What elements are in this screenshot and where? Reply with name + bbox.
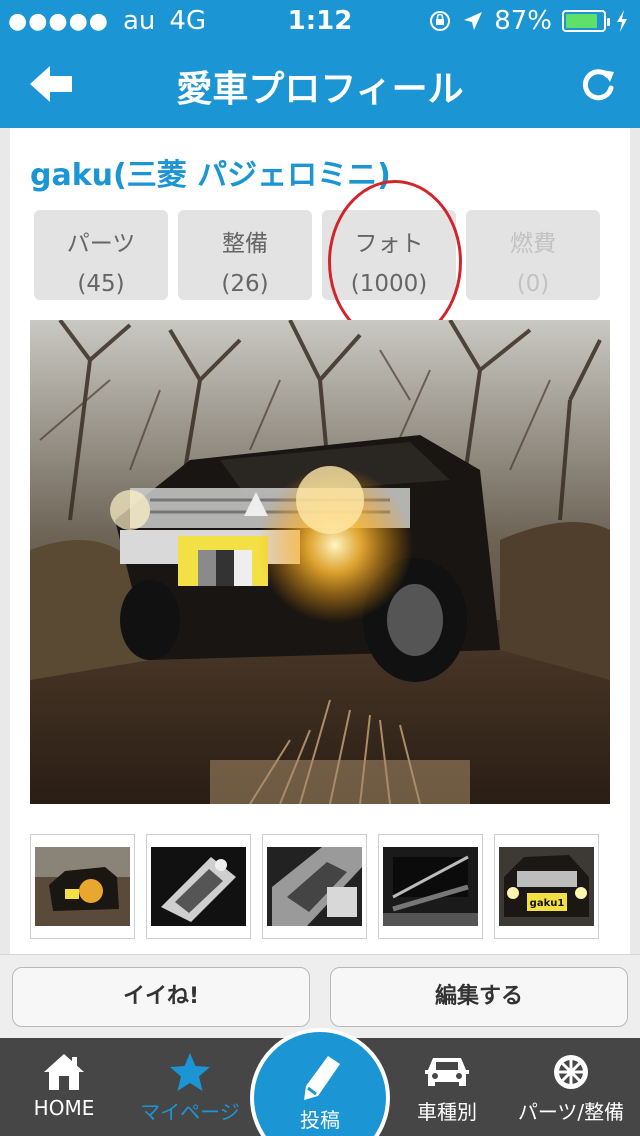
rotation-lock-icon — [430, 11, 451, 31]
tab-mypage-label: マイページ — [140, 1100, 240, 1124]
tab-bar: HOME マイページ 投稿 車種別 パーツ/整備 — [0, 1028, 640, 1136]
part-photo-icon — [151, 847, 246, 926]
part-photo-icon — [267, 847, 362, 926]
tab-parts-maintenance-label: パーツ/整備 — [517, 1100, 625, 1124]
stat-count: (45) — [77, 271, 125, 297]
battery-percent: 87% — [494, 6, 552, 36]
post-button[interactable]: 投稿 — [250, 1028, 390, 1136]
like-button[interactable]: イイね! — [12, 967, 310, 1027]
tab-parts-maintenance[interactable]: パーツ/整備 — [502, 1038, 640, 1136]
tab-car-models-label: 車種別 — [417, 1100, 477, 1124]
plate-text: gaku1 — [530, 898, 565, 909]
photo-thumbnails: gaku1 — [30, 834, 599, 939]
stat-label: 整備 — [222, 231, 268, 257]
navigation-bar: 愛車プロフィール — [0, 42, 640, 128]
car-icon — [425, 1058, 469, 1086]
refresh-icon — [582, 69, 614, 101]
tab-car-models[interactable]: 車種別 — [392, 1038, 502, 1136]
stat-count: (26) — [221, 271, 269, 297]
main-car-photo[interactable] — [30, 320, 610, 804]
stat-photo[interactable]: フォト (1000) — [322, 210, 456, 300]
page-title: 愛車プロフィール — [176, 69, 464, 110]
charging-bolt-icon — [617, 10, 627, 32]
thumbnail-5[interactable]: gaku1 — [494, 834, 599, 939]
thumbnail-1[interactable] — [30, 834, 135, 939]
stat-label: フォト — [354, 231, 424, 257]
tab-home[interactable]: HOME — [0, 1038, 128, 1136]
sign-photo-icon — [383, 847, 478, 926]
star-icon — [170, 1053, 210, 1091]
stat-parts[interactable]: パーツ (45) — [34, 210, 168, 300]
home-icon — [44, 1054, 84, 1090]
car-photo-icon — [35, 847, 130, 926]
edit-button[interactable]: 編集する — [330, 967, 628, 1027]
stat-label: 燃費 — [510, 231, 556, 257]
pencil-icon — [304, 1056, 340, 1100]
location-arrow-icon — [464, 12, 483, 30]
stat-count: (0) — [516, 271, 550, 297]
action-bar: イイね! 編集する — [0, 954, 640, 1038]
stat-fuel: 燃費 (0) — [466, 210, 600, 300]
thumbnail-4[interactable] — [378, 834, 483, 939]
tab-mypage[interactable]: マイページ — [128, 1038, 252, 1136]
status-bar: ●●●●● au 4G 1:12 87% — [0, 0, 640, 42]
refresh-button[interactable] — [578, 66, 618, 106]
battery-icon — [562, 10, 610, 32]
thumbnail-3[interactable] — [262, 834, 367, 939]
tab-home-label: HOME — [33, 1096, 95, 1120]
stat-label: パーツ — [66, 231, 136, 257]
post-label: 投稿 — [300, 1108, 340, 1132]
profile-title[interactable]: gaku(三菱 パジェロミニ) — [30, 150, 391, 194]
car-front-photo-icon: gaku1 — [499, 847, 594, 926]
stat-maintenance[interactable]: 整備 (26) — [178, 210, 312, 300]
app-header: ●●●●● au 4G 1:12 87% 愛車プロフィール — [0, 0, 640, 128]
profile-content: gaku(三菱 パジェロミニ) パーツ (45) 整備 (26) フォト (10… — [10, 128, 630, 954]
stats-row: パーツ (45) 整備 (26) フォト (1000) 燃費 (0) — [34, 210, 600, 300]
thumbnail-2[interactable] — [146, 834, 251, 939]
wheel-icon — [554, 1055, 588, 1089]
stat-count: (1000) — [350, 271, 428, 297]
